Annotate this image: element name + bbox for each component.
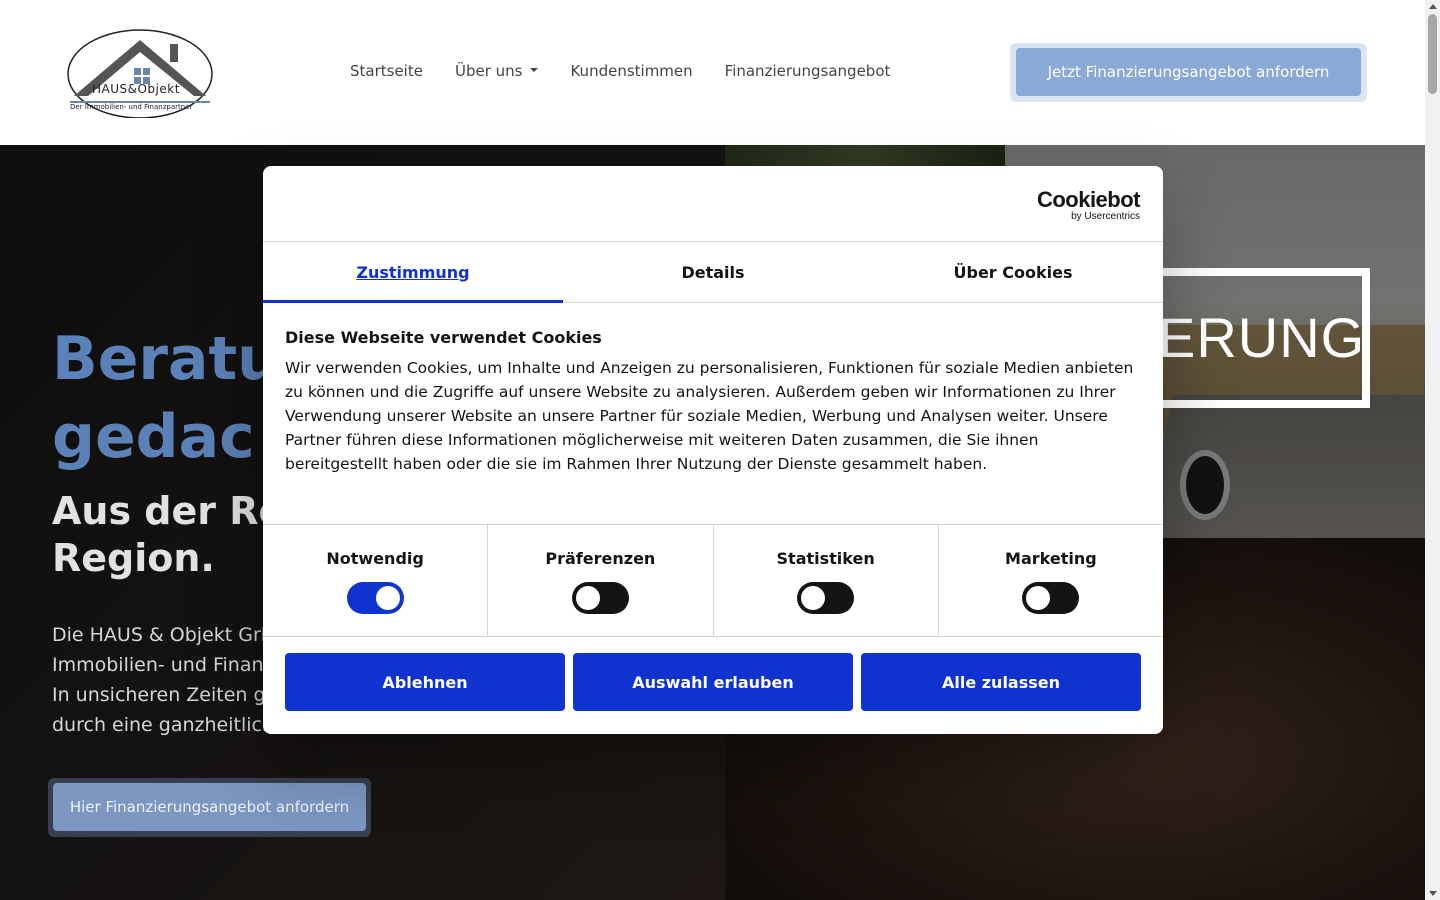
hero-title-line: Beratu (52, 324, 280, 394)
banner-text: ERUNG (1158, 306, 1366, 369)
site-logo[interactable]: HAUS&Objekt Der Immobilien- und Finanzpa… (66, 26, 214, 119)
header-cta-button[interactable]: Jetzt Finanzierungsangebot anfordern (1016, 48, 1361, 96)
toggle-knob (375, 586, 400, 610)
toggle-praeferenzen[interactable] (571, 582, 629, 614)
nav-finanzierungsangebot[interactable]: Finanzierungsangebot (725, 60, 891, 82)
category-label: Marketing (1005, 549, 1097, 568)
toggle-marketing[interactable] (1022, 582, 1080, 614)
category-notwendig: Notwendig (263, 525, 489, 636)
hero-title-line: gedac (52, 402, 255, 472)
nav-ueber-uns[interactable]: Über uns (455, 60, 539, 82)
hero-subtitle: Aus der Re Region. (52, 488, 284, 582)
cookie-dialog-text: Wir verwenden Cookies, um Inhalte und An… (285, 359, 1134, 473)
logo-brand-text: HAUS&Objekt (92, 82, 180, 96)
toggle-notwendig[interactable] (346, 582, 404, 614)
allow-all-button[interactable]: Alle zulassen (861, 653, 1141, 711)
cookie-tabs: Zustimmung Details Über Cookies (263, 241, 1163, 303)
category-marketing: Marketing (939, 525, 1163, 636)
site-header: HAUS&Objekt Der Immobilien- und Finanzpa… (0, 0, 1425, 145)
hero-title: Beratu gedac (52, 320, 280, 476)
category-praeferenzen: Präferenzen (488, 525, 714, 636)
decline-button[interactable]: Ablehnen (285, 653, 565, 711)
nav-ueber-uns-label: Über uns (454, 62, 523, 80)
tab-ueber-cookies[interactable]: Über Cookies (863, 242, 1163, 302)
hero-description-line: Die HAUS & Objekt Gri (52, 624, 267, 646)
cookiebot-by-text: by Usercentrics (1071, 211, 1140, 222)
cookiebot-logo: Cookiebot by Usercentrics (1036, 187, 1141, 222)
hero-cta-button[interactable]: Hier Finanzierungsangebot anfordern (53, 783, 366, 831)
cookie-consent-dialog: Cookiebot by Usercentrics Zustimmung Det… (263, 166, 1163, 734)
toggle-knob (575, 586, 600, 610)
allow-selection-button[interactable]: Auswahl erlauben (573, 653, 853, 711)
scroll-up-arrow-icon[interactable] (1429, 4, 1437, 9)
toggle-statistiken[interactable] (797, 582, 855, 614)
chevron-down-icon (530, 67, 539, 72)
nav-kundenstimmen[interactable]: Kundenstimmen (570, 60, 692, 82)
hero-subtitle-line: Region. (52, 536, 215, 580)
category-label: Präferenzen (545, 549, 656, 568)
nav-startseite[interactable]: Startseite (350, 60, 423, 82)
hero-description-line: In unsicheren Zeiten ga (52, 684, 278, 706)
scrollbar-thumb[interactable] (1428, 14, 1437, 94)
logo-tagline-text: Der Immobilien- und Finanzpartner (70, 103, 193, 111)
hero-description: Die HAUS & Objekt Gri Immobilien- und Fi… (52, 620, 277, 740)
category-label: Notwendig (326, 549, 424, 568)
toggle-knob (801, 586, 826, 610)
tab-details[interactable]: Details (563, 242, 863, 302)
category-label: Statistiken (776, 549, 875, 568)
header-cta-wrapper: Jetzt Finanzierungsangebot anfordern (1010, 43, 1367, 102)
cookie-categories: Notwendig Präferenzen Statistiken Market… (263, 524, 1163, 637)
main-nav: Startseite Über uns Kundenstimmen Finanz… (350, 60, 890, 82)
toggle-knob (1026, 586, 1051, 610)
cookiebot-brand: Cookiebot (1036, 187, 1141, 212)
cookie-buttons: Ablehnen Auswahl erlauben Alle zulassen (285, 653, 1141, 711)
scroll-down-arrow-icon[interactable] (1429, 891, 1437, 896)
hero-cta-wrapper: Hier Finanzierungsangebot anfordern (48, 778, 371, 837)
page-scrollbar[interactable] (1425, 0, 1440, 900)
category-statistiken: Statistiken (714, 525, 939, 636)
cookie-dialog-title: Diese Webseite verwendet Cookies (285, 328, 602, 347)
hero-description-line: durch eine ganzheitlich (52, 714, 274, 736)
hero-description-line: Immobilien- und Finan (52, 654, 264, 676)
tab-zustimmung[interactable]: Zustimmung (263, 242, 563, 303)
hero-subtitle-line: Aus der Re (52, 489, 285, 533)
